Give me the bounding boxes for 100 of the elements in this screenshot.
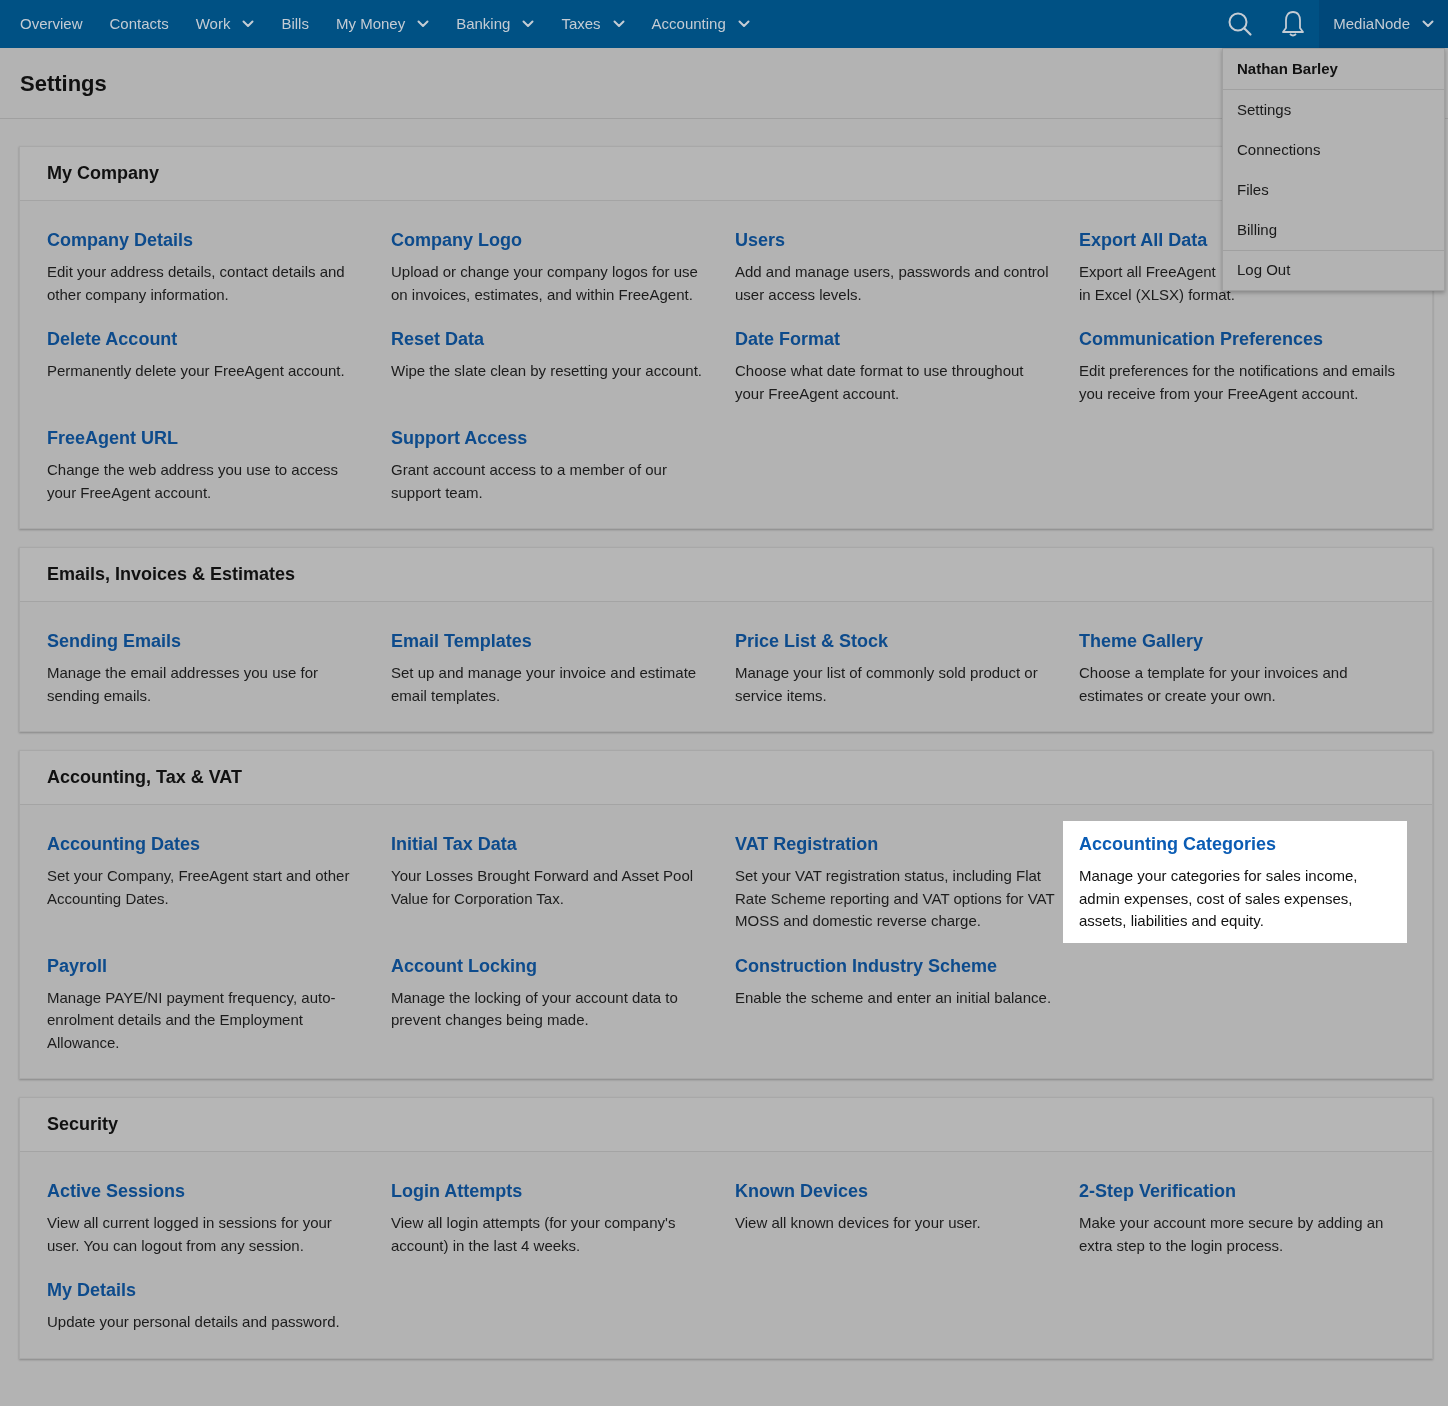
chevron-down-icon	[417, 20, 430, 28]
nav-link[interactable]: My Money	[335, 12, 430, 36]
settings-item[interactable]: Reset Data Wipe the slate clean by resetting your account.	[375, 316, 719, 415]
settings-description: Update your personal details and password.	[47, 1312, 340, 1332]
settings-item[interactable]: Date Format Choose what date format to use throughout your FreeAgent account.	[719, 316, 1063, 415]
settings-description: Export all FreeAgent	[1079, 262, 1216, 282]
settings-description: Upload or change your company logos for use on invoices, estimates, and within FreeAgent.	[391, 262, 699, 305]
settings-link[interactable]: Known Devices	[735, 1178, 1055, 1204]
settings-description: Manage the locking of your account data to prevent changes being made.	[391, 987, 679, 1030]
nav-link[interactable]: Work	[195, 12, 255, 36]
settings-link[interactable]: 2-Step Verification	[1079, 1178, 1399, 1204]
settings-description: Set your VAT registration status, including Flat Rate Scheme reporting and VAT options for VAT MOSS and domestic reverse charge.	[735, 866, 1055, 931]
settings-link[interactable]: Accounting Dates	[47, 831, 367, 857]
nav-link[interactable]: Contacts	[109, 12, 169, 36]
menu-item[interactable]: Log Out	[1223, 250, 1444, 290]
settings-link[interactable]: Construction Industry Scheme	[735, 952, 1055, 979]
settings-description: Enable the scheme and enter an initial balance.	[735, 987, 1052, 1008]
settings-item[interactable]: Accounting Categories Manage your categories for sales income, admin expenses, cost of sales expenses, assets, liabilities and equity.	[1063, 821, 1407, 943]
settings-item[interactable]: Price List & Stock Manage your list of commonly sold product or service items.	[719, 618, 1063, 717]
nav-link[interactable]: Banking	[456, 12, 535, 36]
settings-item[interactable]: Company Details Edit your address details, contact details and other company information.	[31, 217, 375, 316]
settings-item[interactable]: Active Sessions View all current logged in sessions for your user. You can logout from any session.	[31, 1168, 375, 1267]
settings-description: Make your account more secure by adding an extra step to the login process.	[1079, 1213, 1385, 1256]
settings-item[interactable]: Email Templates Set up and manage your invoice and estimate email templates.	[375, 618, 719, 717]
settings-link[interactable]: Date Format	[735, 326, 1055, 352]
settings-link[interactable]: Sending Emails	[47, 628, 367, 654]
settings-description: Manage your categories for sales income, admin expenses, cost of sales expenses, assets, liabilities and equity.	[1079, 866, 1359, 931]
settings-item[interactable]: Accounting Dates Set your Company, FreeAgent start and other Accounting Dates.	[31, 821, 375, 943]
settings-description: Permanently delete your FreeAgent account.	[47, 361, 345, 381]
settings-link[interactable]: FreeAgent URL	[47, 425, 367, 451]
settings-link[interactable]: Company Details	[47, 227, 367, 253]
menu-item[interactable]: Settings	[1223, 90, 1444, 130]
settings-item[interactable]: My Details Update your personal details and password.	[31, 1267, 375, 1344]
nav-link[interactable]: Accounting	[651, 12, 750, 36]
settings-link[interactable]: VAT Registration	[735, 831, 1055, 857]
settings-link[interactable]: Payroll	[47, 952, 367, 979]
settings-description: Choose what date format to use throughout your FreeAgent account.	[735, 361, 1025, 404]
settings-item[interactable]: Sending Emails Manage the email addresses you use for sending emails.	[31, 618, 375, 717]
settings-item[interactable]: Communication Preferences Edit preferences for the notifications and emails you receive from your FreeAgent account.	[1063, 316, 1407, 415]
settings-description: Choose a template for your invoices and estimates or create your own.	[1079, 663, 1349, 706]
settings-description: Wipe the slate clean by resetting your account.	[391, 361, 702, 381]
settings-item[interactable]: Company Logo Upload or change your company logos for use on invoices, estimates, and within FreeAgent.	[375, 217, 719, 316]
menu-item[interactable]: Billing	[1223, 210, 1444, 250]
settings-item[interactable]: 2-Step Verification Make your account more secure by adding an extra step to the login process.	[1063, 1168, 1407, 1267]
settings-link[interactable]: Email Templates	[391, 628, 711, 654]
settings-item[interactable]: Account Locking Manage the locking of your account data to prevent changes being made.	[375, 942, 719, 1064]
settings-item[interactable]: Delete Account Permanently delete your FreeAgent account.	[31, 316, 375, 415]
settings-link[interactable]: Communication Preferences	[1079, 326, 1399, 352]
chevron-down-icon	[612, 20, 625, 28]
menu-item[interactable]: Files	[1223, 170, 1444, 210]
settings-description: Add and manage users, passwords and control user access levels.	[735, 262, 1050, 305]
settings-link[interactable]: Active Sessions	[47, 1178, 367, 1204]
section-title: Emails, Invoices & Estimates	[47, 563, 296, 586]
settings-item[interactable]: Known Devices View all known devices for your user.	[719, 1168, 1063, 1267]
settings-link[interactable]: Delete Account	[47, 326, 367, 352]
settings-item[interactable]: FreeAgent URL Change the web address you use to access your FreeAgent account.	[31, 415, 375, 514]
settings-link[interactable]: Initial Tax Data	[391, 831, 711, 857]
nav-link[interactable]: Overview	[20, 12, 83, 36]
settings-item[interactable]: VAT Registration Set your VAT registration status, including Flat Rate Scheme reporting and VAT options for VAT MOSS and domestic reverse charge.	[719, 821, 1063, 943]
settings-link[interactable]: Account Locking	[391, 952, 711, 979]
settings-description: Edit preferences for the notifications and emails you receive from your FreeAgent account.	[1079, 361, 1396, 404]
settings-description: Edit your address details, contact details and other company information.	[47, 262, 346, 305]
nav-link[interactable]: Taxes	[561, 12, 625, 36]
user-name: Nathan Barley	[1223, 49, 1444, 90]
settings-description: Set up and manage your invoice and estimate email templates.	[391, 663, 698, 706]
settings-link[interactable]: My Details	[47, 1277, 367, 1303]
chevron-down-icon	[1422, 20, 1434, 28]
settings-description: Your Losses Brought Forward and Asset Pool Value for Corporation Tax.	[391, 866, 695, 909]
section-title: Security	[47, 1113, 119, 1136]
menu-item[interactable]: Connections	[1223, 130, 1444, 170]
settings-link[interactable]: Company Logo	[391, 227, 711, 253]
section-title: My Company	[47, 162, 160, 185]
chevron-down-icon	[242, 20, 255, 28]
settings-link[interactable]: Accounting Categories	[1079, 831, 1399, 857]
settings-link[interactable]: Users	[735, 227, 1055, 253]
settings-link[interactable]: Login Attempts	[391, 1178, 711, 1204]
account-menu-button[interactable]: MediaNode	[1319, 0, 1448, 48]
settings-description: View all login attempts (for your company's account) in the last 4 weeks.	[391, 1213, 677, 1256]
settings-link[interactable]: Support Access	[391, 425, 711, 451]
settings-item[interactable]: Support Access Grant account access to a member of our support team.	[375, 415, 719, 514]
section-title: Accounting, Tax & VAT	[47, 766, 242, 789]
settings-link[interactable]: Reset Data	[391, 326, 711, 352]
settings-link[interactable]: Price List & Stock	[735, 628, 1055, 654]
settings-description: Manage the email addresses you use for sending emails.	[47, 663, 319, 706]
settings-item[interactable]: Users Add and manage users, passwords and control user access levels.	[719, 217, 1063, 316]
settings-item[interactable]: Login Attempts View all login attempts (for your company's account) in the last 4 weeks.	[375, 1168, 719, 1267]
settings-description: Grant account access to a member of our support team.	[391, 460, 668, 503]
page-title: Settings	[20, 69, 107, 98]
settings-item[interactable]: Initial Tax Data Your Losses Brought Forward and Asset Pool Value for Corporation Tax.	[375, 821, 719, 943]
settings-link[interactable]: Theme Gallery	[1079, 628, 1399, 654]
settings-item[interactable]: Payroll Manage PAYE/NI payment frequency, auto-enrolment details and the Employment Allowance.	[31, 942, 375, 1064]
search-icon[interactable]	[1227, 11, 1254, 37]
chevron-down-icon	[522, 20, 535, 28]
settings-description: View all current logged in sessions for your user. You can logout from any session.	[47, 1213, 333, 1256]
bell-icon[interactable]	[1281, 10, 1306, 38]
settings-item[interactable]: Theme Gallery Choose a template for your invoices and estimates or create your own.	[1063, 618, 1407, 717]
settings-item[interactable]: Construction Industry Scheme Enable the scheme and enter an initial balance.	[719, 942, 1063, 1064]
settings-description: View all known devices for your user.	[735, 1213, 981, 1233]
nav-link[interactable]: Bills	[281, 12, 309, 36]
settings-description: Manage your list of commonly sold product or service items.	[735, 663, 1039, 706]
